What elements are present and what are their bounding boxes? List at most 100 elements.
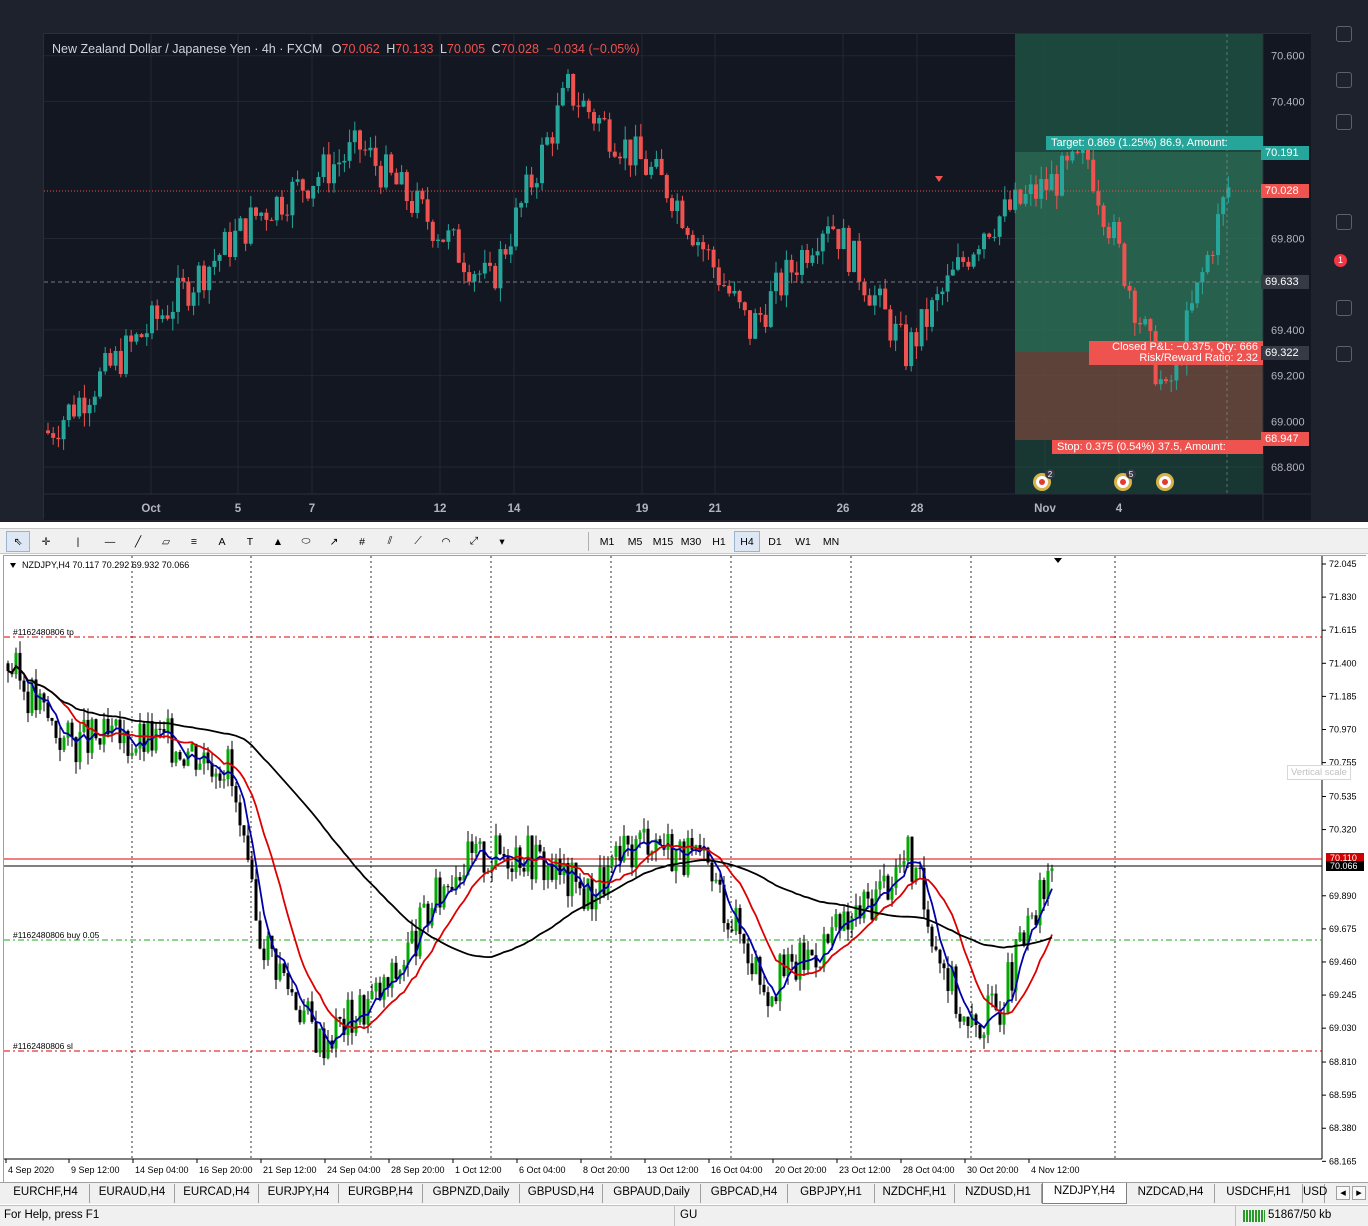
mt4-candle-body — [374, 982, 378, 992]
gann-icon[interactable]: # — [350, 531, 374, 552]
mt4-candle-body — [290, 989, 294, 993]
tv-candle-body — [1127, 285, 1132, 291]
horizontal-line-icon[interactable]: — — [98, 531, 122, 552]
chart-menu-icon[interactable] — [10, 563, 16, 568]
tv-candle-body — [888, 309, 893, 341]
mt4-candle-body — [294, 992, 298, 1010]
fibo-expansion-icon[interactable]: ⤢ — [462, 531, 486, 552]
symbol-tab[interactable]: EURAUD,H4 — [90, 1184, 175, 1203]
text-label-icon[interactable]: T — [238, 531, 262, 552]
watchlist-icon[interactable] — [1336, 72, 1352, 88]
screen-icon[interactable] — [1336, 346, 1352, 362]
mt4-candle-body — [418, 907, 422, 957]
timeframe-d1[interactable]: D1 — [762, 531, 788, 552]
crosshair-icon[interactable]: ✛ — [34, 531, 58, 552]
mt4-candle-body — [966, 1016, 970, 1026]
mt4-price-tick: 71.615 — [1329, 625, 1357, 635]
mt4-candle — [62, 735, 66, 753]
timeframe-w1[interactable]: W1 — [790, 531, 816, 552]
signal-icon[interactable] — [1336, 300, 1352, 316]
tv-candle-body — [987, 233, 992, 237]
symbol-tab[interactable]: GBPCAD,H4 — [701, 1184, 788, 1203]
target-label[interactable]: Target: 0.869 (1.25%) 86.9, Amount: — [1046, 136, 1263, 150]
mt4-candle-body — [542, 851, 546, 881]
shift-marker-icon[interactable] — [1054, 558, 1062, 563]
timeframe-m1[interactable]: M1 — [594, 531, 620, 552]
arrow-icon[interactable]: ↗ — [322, 531, 346, 552]
mt4-candle-body — [222, 779, 226, 781]
symbol-tab[interactable]: GBPJPY,H1 — [788, 1184, 875, 1203]
mt4-price-tick: 71.400 — [1329, 658, 1357, 668]
tv-candle-body — [1112, 221, 1116, 239]
tv-candle-body — [784, 259, 789, 296]
tv-candle-body — [1210, 254, 1215, 256]
symbol-tab[interactable]: NZDJPY,H4 — [1042, 1183, 1127, 1204]
mt4-candle-body — [954, 966, 958, 1014]
trendline-icon[interactable]: ╱ — [126, 531, 150, 552]
mt4-candle-body — [18, 652, 22, 681]
timeframe-m30[interactable]: M30 — [678, 531, 704, 552]
tv-candle — [909, 327, 914, 372]
mt4-time-tick: 4 Sep 2020 — [8, 1165, 54, 1175]
symbol-tab[interactable]: GBPAUD,Daily — [603, 1184, 701, 1203]
tv-candle-body — [1158, 379, 1163, 385]
timeframe-m15[interactable]: M15 — [650, 531, 676, 552]
symbol-tab[interactable]: USD — [1303, 1184, 1327, 1203]
symbol-tab[interactable]: NZDCAD,H4 — [1127, 1184, 1215, 1203]
tv-c-value: 70.028 — [500, 42, 539, 56]
arrows-menu-icon[interactable]: ▾ — [490, 531, 514, 552]
layout-icon[interactable] — [1336, 26, 1352, 42]
timeframe-m5[interactable]: M5 — [622, 531, 648, 552]
symbol-tab[interactable]: NZDCHF,H1 — [875, 1184, 955, 1203]
timeframe-h4[interactable]: H4 — [734, 531, 760, 552]
mt4-chart-canvas[interactable]: 72.04571.83071.61571.40071.18570.97070.7… — [4, 556, 1367, 1183]
tv-candle-body — [1039, 179, 1044, 199]
tab-scroll-right-icon[interactable]: ▸ — [1352, 1186, 1366, 1200]
symbol-tab[interactable]: GBPUSD,H4 — [520, 1184, 603, 1203]
mt4-candle-body — [1006, 962, 1010, 1014]
tv-candle-body — [1195, 282, 1200, 304]
tab-scroll-left-icon[interactable]: ◂ — [1336, 1186, 1350, 1200]
tv-candle-body — [430, 221, 435, 241]
stop-label[interactable]: Stop: 0.375 (0.54%) 37.5, Amount: — [1052, 440, 1263, 454]
tv-candle-body — [1164, 379, 1168, 382]
symbol-tab[interactable]: NZDUSD,H1 — [955, 1184, 1042, 1203]
text-icon[interactable]: A — [210, 531, 234, 552]
notification-badge[interactable]: 1 — [1334, 254, 1347, 267]
triangle-icon[interactable]: ▲ — [266, 531, 290, 552]
event-marker-icon[interactable] — [1156, 473, 1174, 491]
fibo-arcs-icon[interactable]: ◠ — [434, 531, 458, 552]
tv-candle-body — [607, 119, 612, 152]
fibonacci-retracement-icon[interactable]: ≡ — [182, 531, 206, 552]
mt4-chart[interactable]: 72.045 71.830 71.615 71.400 71.185 70.970 70.7… — [3, 555, 1367, 1183]
tv-candle-body — [441, 239, 446, 242]
fibo-fan-icon[interactable]: ⟋ — [406, 531, 430, 552]
tv-candle-body — [311, 186, 316, 199]
mt4-candle-body — [334, 1016, 338, 1049]
mt4-candle-body — [762, 984, 766, 993]
calendar-icon[interactable] — [1336, 114, 1352, 130]
mt4-candle-body — [550, 865, 554, 880]
mt4-candle — [442, 884, 446, 910]
chat-icon[interactable] — [1336, 214, 1352, 230]
mt4-time-tick: 28 Oct 04:00 — [903, 1165, 955, 1175]
vertical-line-icon[interactable]: | — [66, 531, 90, 552]
symbol-tab[interactable]: USDCHF,H1 — [1215, 1184, 1303, 1203]
mt4-price-tick: 68.380 — [1329, 1123, 1357, 1133]
symbol-tab[interactable]: EURCAD,H4 — [175, 1184, 259, 1203]
symbol-tab[interactable]: GBPNZD,Daily — [423, 1184, 520, 1203]
channel-icon[interactable]: ⫽ — [378, 531, 402, 552]
timeframe-mn[interactable]: MN — [818, 531, 844, 552]
mt4-time-tick: 23 Oct 12:00 — [839, 1165, 891, 1175]
tv-candle-body — [160, 315, 165, 319]
mt4-candle — [978, 1023, 982, 1040]
symbol-tab[interactable]: EURJPY,H4 — [259, 1184, 339, 1203]
symbol-tab[interactable]: EURGBP,H4 — [339, 1184, 423, 1203]
cursor-icon[interactable]: ⇖ — [6, 531, 30, 552]
symbol-tab[interactable]: EURCHF,H4 — [2, 1184, 90, 1203]
equidistant-channel-icon[interactable]: ▱ — [154, 531, 178, 552]
timeframe-h1[interactable]: H1 — [706, 531, 732, 552]
tradingview-chart[interactable]: 70.600 70.400 69.800 69.400 69.200 69.000 68.8… — [43, 33, 1311, 520]
ellipse-icon[interactable]: ⬭ — [294, 531, 318, 552]
tv-candle-body — [1200, 272, 1205, 283]
